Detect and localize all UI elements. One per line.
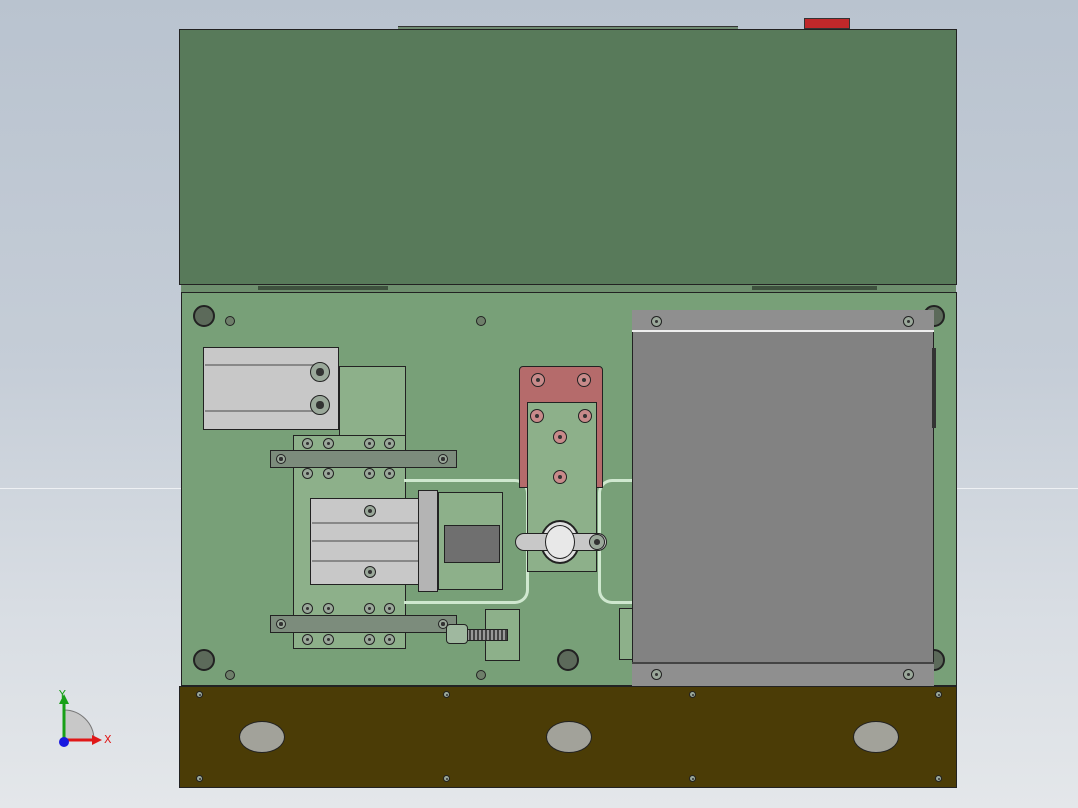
mounting-plate-upper (339, 366, 406, 436)
cylinder-port-1 (310, 362, 330, 382)
motor-box-lid-top (632, 310, 934, 332)
adjuster-knob[interactable] (446, 624, 468, 644)
motor-box-lid-bottom (632, 662, 934, 686)
block-bolt (364, 438, 375, 449)
guide-cylinder-rib (312, 522, 418, 524)
block-bolt (384, 438, 395, 449)
arm-bolt (578, 409, 592, 423)
screw-hole-1 (225, 316, 235, 326)
block-bolt (364, 603, 375, 614)
motor-bolt (903, 316, 914, 327)
block-bolt (323, 634, 334, 645)
rail-bolt (276, 619, 286, 629)
block-bolt (323, 438, 334, 449)
cylinder-port-2 (310, 395, 330, 415)
air-cylinder[interactable] (203, 347, 339, 430)
arm-bolt (553, 470, 567, 484)
motor-bolt (903, 669, 914, 680)
block-bolt (364, 468, 375, 479)
block-bolt (384, 468, 395, 479)
mount-hole-bl (193, 649, 215, 671)
mount-hole-tl (193, 305, 215, 327)
y-axis-label: Y (59, 688, 66, 701)
block-bolt (364, 634, 375, 645)
arm-bolt (530, 409, 544, 423)
block-bolt (323, 468, 334, 479)
rail-top (270, 450, 457, 468)
front-screw (196, 775, 203, 782)
front-screw (935, 691, 942, 698)
front-cutout-right (853, 721, 899, 753)
block-bolt (302, 634, 313, 645)
rail-bolt (438, 454, 448, 464)
block-bolt (323, 603, 334, 614)
guide-port (364, 505, 376, 517)
hinge-slot-right (752, 286, 877, 290)
red-tag (804, 18, 850, 29)
motor-bolt (651, 669, 662, 680)
block-bolt (384, 634, 395, 645)
mount-hole-bm (557, 649, 579, 671)
hinge-slot-left (258, 286, 388, 290)
cover-panel[interactable] (179, 29, 957, 285)
block-bolt (384, 603, 395, 614)
bracket-bolt (531, 373, 545, 387)
front-screw (935, 775, 942, 782)
guide-cylinder-rib (312, 540, 418, 542)
screw-hole-2 (476, 316, 486, 326)
front-screw (689, 775, 696, 782)
front-cutout-mid (546, 721, 592, 753)
front-cutout-left (239, 721, 285, 753)
front-screw (689, 691, 696, 698)
front-screw (443, 691, 450, 698)
cylinder-rib-2 (205, 410, 325, 412)
x-axis-arrow (92, 735, 102, 745)
screw-hole-3 (225, 670, 235, 680)
front-screw (443, 775, 450, 782)
block-bolt (302, 603, 313, 614)
rail-bottom (270, 615, 457, 633)
block-bolt (302, 468, 313, 479)
motor-side-tab (932, 348, 936, 428)
triad-arc (63, 709, 95, 741)
motor-bolt (651, 316, 662, 327)
z-axis-dot (59, 737, 69, 747)
front-screw (196, 691, 203, 698)
screw-hole-4 (476, 670, 486, 680)
pivot-pin (589, 534, 605, 550)
block-bolt (302, 438, 313, 449)
x-axis-label: X (104, 733, 112, 746)
guide-port (364, 566, 376, 578)
cylinder-rib-1 (205, 364, 325, 366)
rail-bolt (276, 454, 286, 464)
guide-cylinder-rib (312, 560, 418, 562)
motor-box[interactable] (632, 310, 934, 686)
adjuster-thread (466, 629, 508, 641)
arm-bolt (553, 430, 567, 444)
bracket-bolt (577, 373, 591, 387)
pivot-hub-center (545, 525, 575, 559)
track-channel (404, 479, 529, 604)
